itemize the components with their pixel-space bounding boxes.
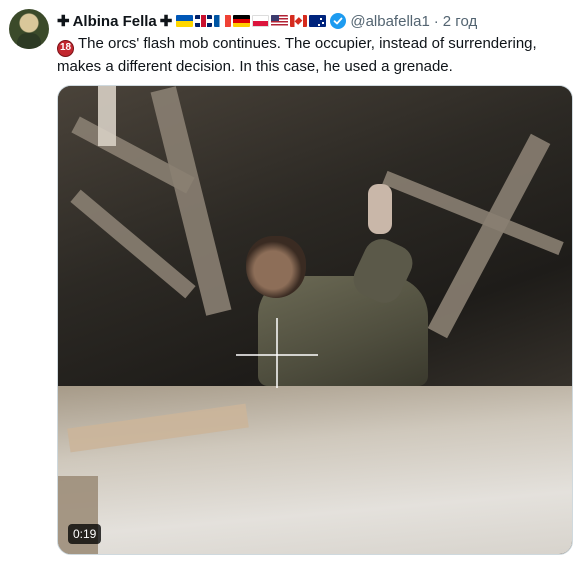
cross-icon: ✚ — [159, 13, 173, 30]
flag-usa-icon — [271, 15, 289, 27]
flag-australia-icon — [309, 15, 327, 27]
cross-icon: ✚ — [57, 13, 70, 30]
flag-uk-icon — [195, 15, 213, 27]
age-restriction-icon: 18 — [57, 39, 74, 57]
separator-dot: · — [433, 12, 439, 30]
video-player[interactable]: 0:19 — [57, 85, 573, 555]
flag-canada-icon — [290, 15, 308, 27]
timestamp[interactable]: 2 год — [443, 13, 477, 30]
verified-badge-icon — [330, 13, 347, 29]
flag-ukraine-icon — [176, 15, 194, 27]
author-name[interactable]: Albina Fella — [73, 13, 157, 30]
tweet-card[interactable]: ✚ Albina Fella ✚ @albafella1 · 2 год 18 T… — [0, 0, 587, 566]
author-handle[interactable]: @albafella1 — [350, 13, 429, 30]
tweet-header: ✚ Albina Fella ✚ @albafella1 · 2 год — [57, 10, 477, 32]
video-duration: 0:19 — [68, 524, 102, 544]
tweet-text: 18 The orcs' flash mob continues. The occ… — [57, 34, 577, 77]
flag-list — [176, 15, 327, 27]
video-frame — [58, 86, 572, 554]
avatar[interactable] — [9, 9, 49, 49]
flag-france-icon — [214, 15, 232, 27]
flag-germany-icon — [233, 15, 251, 27]
tweet-text-content: The orcs' flash mob continues. The occup… — [57, 35, 537, 75]
flag-poland-icon — [252, 15, 270, 27]
